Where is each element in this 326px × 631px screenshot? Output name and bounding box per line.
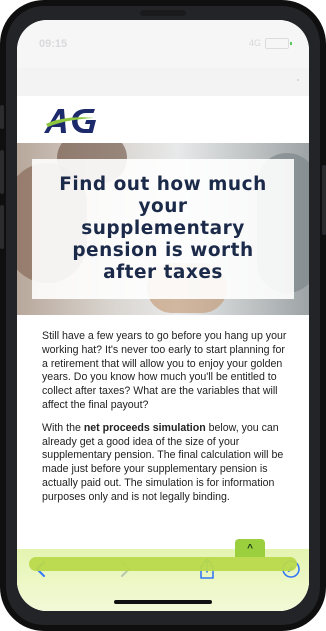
web-page: Find out how much your supplementary pen…	[17, 96, 309, 611]
power-button	[322, 165, 326, 235]
more-dot	[297, 79, 299, 81]
ag-logo[interactable]	[42, 105, 98, 135]
volume-down-button	[0, 205, 4, 249]
battery-icon	[265, 38, 292, 49]
floating-banner-strip	[29, 557, 297, 571]
scroll-to-top-button[interactable]: ^	[235, 539, 265, 557]
mute-switch	[0, 105, 4, 129]
article-content: Still have a few years to go before you …	[42, 330, 288, 514]
paragraph-prefix: With the	[42, 421, 84, 434]
hero-title: Find out how much your supplementary pen…	[59, 174, 267, 283]
simulation-paragraph: With the net proceeds simulation below, …	[42, 422, 288, 505]
chevron-up-icon: ^	[247, 542, 253, 554]
phone-frame: 09:15 4G Find out how much your suppleme…	[0, 0, 326, 631]
hero-banner: Find out how much your supplementary pen…	[17, 143, 309, 315]
home-indicator[interactable]	[114, 600, 212, 604]
signal-indicator: 4G	[248, 38, 261, 48]
intro-paragraph: Still have a few years to go before you …	[42, 330, 287, 411]
volume-up-button	[0, 150, 4, 194]
speaker-grille	[140, 10, 186, 16]
hero-title-card: Find out how much your supplementary pen…	[32, 159, 294, 299]
status-time: 09:15	[39, 38, 68, 50]
status-bar: 09:15 4G	[17, 20, 309, 68]
address-bar[interactable]	[17, 68, 309, 97]
screen: 09:15 4G Find out how much your suppleme…	[17, 20, 309, 611]
simulation-link-text: net proceeds simulation	[83, 421, 206, 434]
